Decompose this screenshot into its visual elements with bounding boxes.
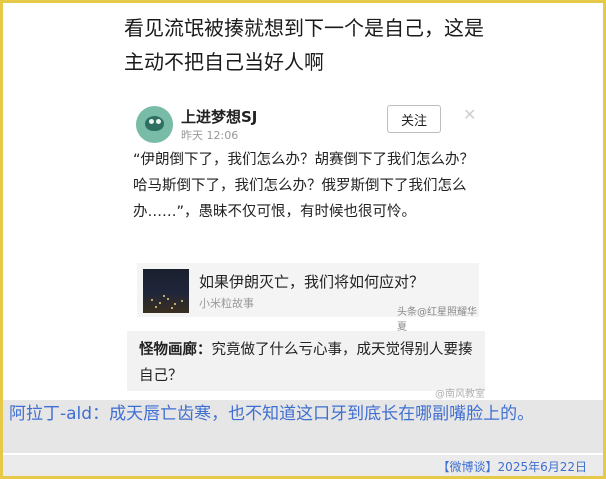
- bottom-comment-panel: 阿拉丁-ald：成天唇亡齿寒，也不知道这口牙到底长在哪副嘴脸上的。: [3, 400, 603, 453]
- screenshot-frame: 看见流氓被揍就想到下一个是自己，这是主动不把自己当好人啊 上进梦想SJ 昨天 1…: [0, 0, 606, 479]
- footer-bar: 【微博谈】2025年6月22日: [3, 455, 603, 476]
- post-timestamp: 昨天 12:06: [181, 129, 239, 142]
- reply-comment: 怪物画廊：究竟做了什么亏心事，成天觉得别人要揍自己？: [127, 331, 485, 391]
- avatar-eye-icon: [149, 119, 154, 124]
- close-icon[interactable]: ✕: [463, 105, 476, 124]
- post-username[interactable]: 上进梦想SJ: [181, 106, 257, 127]
- headline: 看见流氓被揍就想到下一个是自己，这是主动不把自己当好人啊: [124, 16, 484, 74]
- reply-comment-text: 怪物画廊：究竟做了什么亏心事，成天觉得别人要揍自己？: [139, 337, 479, 389]
- post-body: “伊朗倒下了，我们怎么办？胡赛倒下了我们怎么办？哈马斯倒下了，我们怎么办？俄罗斯…: [133, 152, 475, 220]
- avatar-creature-icon: [145, 116, 164, 131]
- reply-author: 怪物画廊: [139, 342, 197, 358]
- avatar[interactable]: [136, 106, 173, 143]
- toutiao-watermark: 头条@红星照耀华夏: [397, 307, 477, 333]
- footer-source-date: 【微博谈】2025年6月22日: [437, 460, 587, 474]
- article-thumbnail-image: [143, 269, 189, 313]
- avatar-eye-icon: [156, 119, 161, 124]
- post-card: 上进梦想SJ 昨天 12:06 关注 ✕ “伊朗倒下了，我们怎么办？胡赛倒下了我…: [127, 91, 485, 391]
- bottom-comment-text: 阿拉丁-ald：成天唇亡齿寒，也不知道这口牙到底长在哪副嘴脸上的。: [9, 404, 535, 424]
- article-title: 如果伊朗灭亡，我们将如何应对？: [199, 273, 425, 291]
- reply-separator: ：: [197, 342, 212, 358]
- article-source: 小米粒故事: [199, 297, 254, 310]
- weibo-watermark: @南风教室: [435, 389, 485, 400]
- follow-button[interactable]: 关注: [387, 105, 441, 133]
